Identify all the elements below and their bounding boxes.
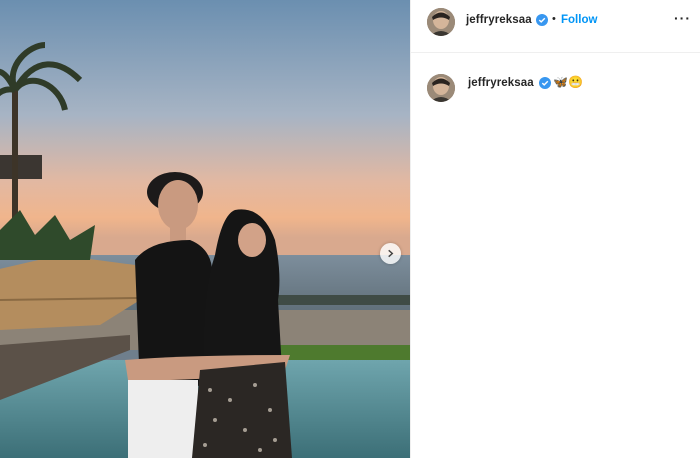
post-header: jeffryreksaa • Follow ···: [411, 0, 700, 53]
avatar[interactable]: [427, 8, 455, 36]
more-options-button[interactable]: ···: [674, 10, 691, 26]
username-link[interactable]: jeffryreksaa: [466, 14, 532, 26]
sunset-beach-couple-photo: [0, 0, 410, 458]
verified-badge-icon: [539, 77, 551, 89]
separator-dot: •: [552, 13, 556, 25]
verified-badge-icon: [536, 14, 548, 26]
follow-button[interactable]: Follow: [561, 14, 597, 26]
avatar-image: [427, 8, 455, 36]
caption-username-link[interactable]: jeffryreksaa: [468, 77, 534, 89]
next-photo-button[interactable]: [380, 243, 401, 264]
chevron-right-icon: [388, 249, 394, 258]
post-photo[interactable]: [0, 0, 410, 458]
caption-text: 🦋😬: [553, 75, 583, 89]
avatar-image: [427, 74, 455, 102]
caption-row: jeffryreksaa 🦋😬: [411, 62, 700, 102]
avatar[interactable]: [427, 74, 455, 102]
post-side-panel: jeffryreksaa • Follow ··· jeffryreksaa 🦋…: [410, 0, 700, 458]
